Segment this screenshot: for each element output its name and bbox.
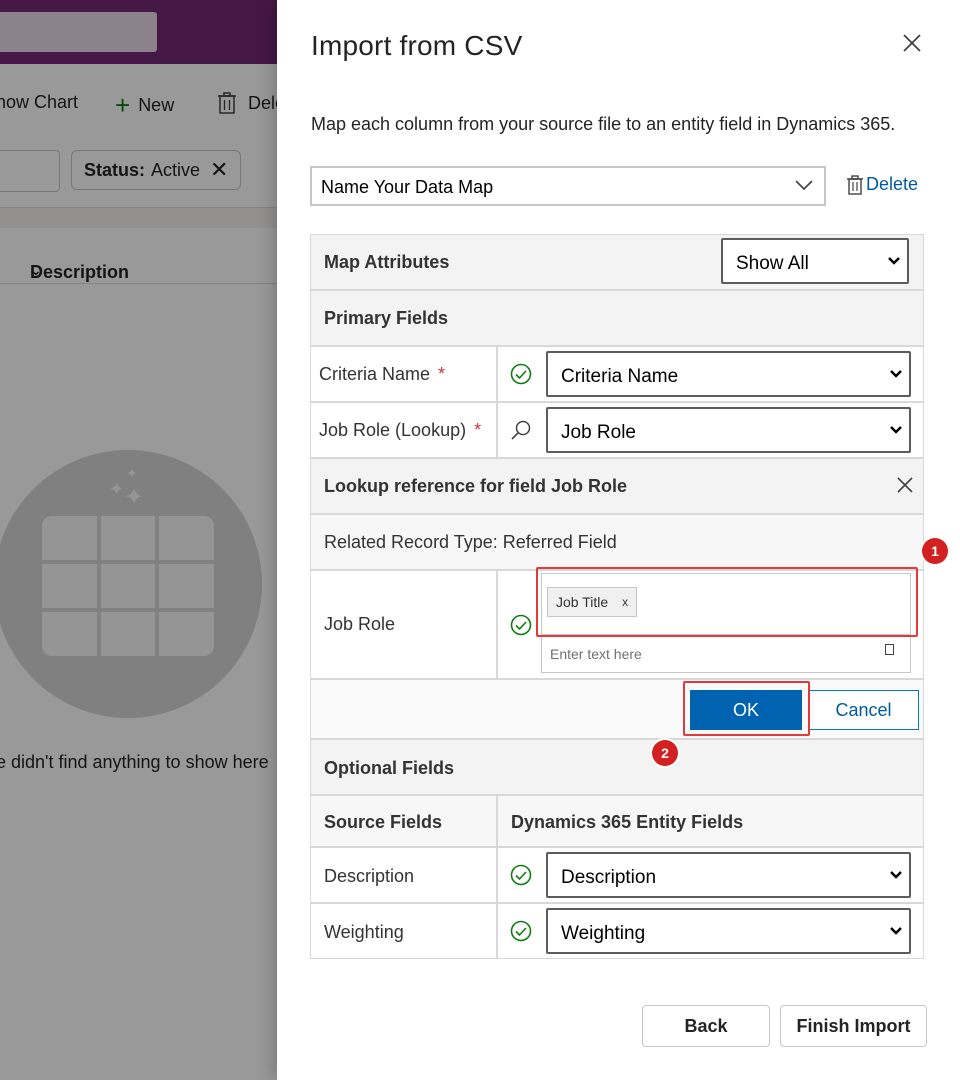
check-circle-icon	[510, 920, 532, 942]
close-icon	[903, 34, 921, 52]
related-record-row: Related Record Type: Referred Field	[311, 515, 923, 571]
data-map-value: Name Your Data Map	[321, 177, 494, 197]
primary-fields-heading: Primary Fields	[311, 291, 923, 347]
job-role-select[interactable]: Job Role	[546, 407, 911, 453]
lookup-value-row: Job Role Job Title x	[311, 571, 923, 680]
table-row: Description Description	[311, 848, 923, 904]
trash-icon	[847, 174, 863, 195]
check-circle-icon	[510, 363, 532, 385]
expand-icon[interactable]	[885, 644, 894, 655]
table-row: Job Role (Lookup) * Job Role	[311, 403, 923, 459]
finish-import-button[interactable]: Finish Import	[780, 1005, 927, 1047]
criteria-name-select[interactable]: Criteria Name	[546, 351, 911, 397]
lookup-actions-row: OK Cancel	[311, 680, 923, 740]
chevron-down-icon	[890, 370, 902, 378]
required-indicator: *	[438, 364, 446, 384]
lookup-text-field[interactable]	[541, 635, 911, 673]
chevron-down-icon	[890, 426, 902, 434]
lookup-text-input[interactable]	[542, 635, 872, 672]
show-all-select[interactable]: Show All	[721, 238, 909, 284]
required-indicator: *	[474, 420, 482, 440]
chevron-down-icon	[888, 257, 900, 265]
mapping-table: Map Attributes Show All Primary Fields C…	[310, 234, 924, 959]
weighting-select[interactable]: Weighting	[546, 908, 911, 954]
chevron-down-icon	[890, 927, 902, 935]
selected-tag: Job Title x	[547, 587, 638, 617]
chevron-down-icon	[890, 871, 902, 879]
table-row: Weighting Weighting	[311, 904, 923, 959]
step-badge: 1	[922, 538, 948, 564]
import-panel: Import from CSV Map each column from you…	[277, 0, 960, 1080]
close-icon[interactable]	[895, 475, 915, 495]
check-circle-icon	[510, 864, 532, 886]
modal-overlay[interactable]	[0, 0, 277, 1080]
remove-tag-button[interactable]: x	[622, 595, 628, 609]
panel-title: Import from CSV	[311, 30, 523, 61]
lookup-heading-row: Lookup reference for field Job Role	[311, 459, 923, 515]
cancel-button[interactable]: Cancel	[808, 690, 919, 730]
search-icon[interactable]	[510, 419, 532, 441]
chevron-down-icon	[795, 180, 813, 191]
step-badge: 2	[652, 740, 678, 766]
panel-description: Map each column from your source file to…	[311, 114, 896, 134]
optional-fields-heading: Optional Fields	[311, 740, 923, 796]
lookup-tag-box[interactable]: Job Title x	[541, 573, 911, 635]
data-map-dropdown[interactable]: Name Your Data Map	[310, 166, 826, 206]
delete-map-button[interactable]: Delete	[847, 174, 918, 195]
map-attributes-row: Map Attributes Show All	[311, 235, 923, 291]
close-panel-button[interactable]	[899, 30, 925, 56]
table-row: Criteria Name * Criteria Name	[311, 347, 923, 403]
ok-button[interactable]: OK	[690, 690, 802, 730]
back-button[interactable]: Back	[642, 1005, 770, 1047]
optional-fields-column-header: Source Fields Dynamics 365 Entity Fields	[311, 796, 923, 848]
check-circle-icon	[510, 614, 532, 636]
description-select[interactable]: Description	[546, 852, 911, 898]
